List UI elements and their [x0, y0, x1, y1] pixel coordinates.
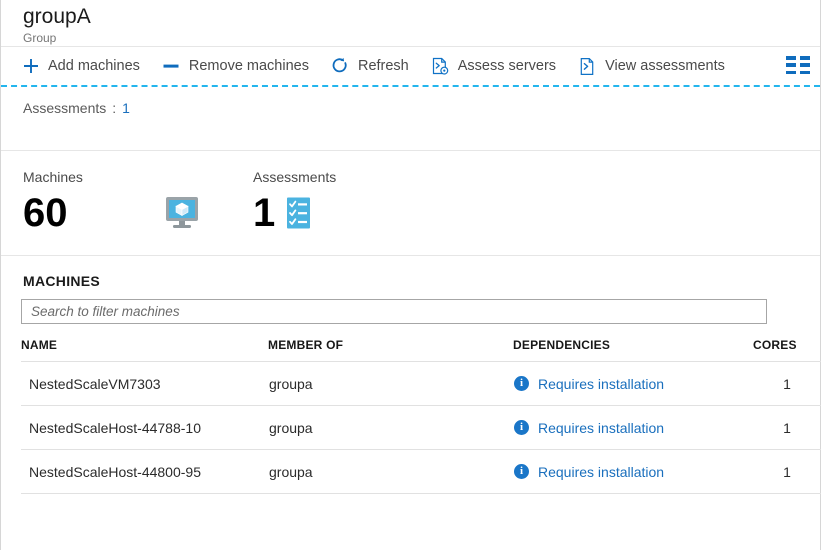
- machine-member-of: groupa: [268, 449, 513, 494]
- info-icon: i: [514, 376, 529, 391]
- machine-name: NestedScaleHost-44800-95: [21, 449, 268, 494]
- column-header-name: NAME: [21, 338, 268, 362]
- assessments-filter-label: Assessments: [23, 100, 107, 116]
- info-icon: i: [514, 420, 529, 435]
- refresh-label: Refresh: [357, 58, 409, 74]
- assess-servers-button[interactable]: Assess servers: [431, 51, 556, 81]
- table-row[interactable]: NestedScaleHost-44800-95 groupa i Requir…: [21, 449, 821, 494]
- column-header-dependencies: DEPENDENCIES: [513, 338, 753, 362]
- machine-member-of: groupa: [268, 361, 513, 406]
- assessments-filter-separator: :: [112, 100, 117, 116]
- column-header-cores: CORES: [753, 338, 821, 362]
- assess-servers-label: Assess servers: [457, 58, 557, 74]
- table-row[interactable]: NestedScaleHost-44788-10 groupa i Requir…: [21, 405, 821, 450]
- machines-stat-value: 60: [23, 191, 68, 235]
- machines-stat: Machines 60: [23, 169, 253, 255]
- assessments-stat-value: 1: [253, 191, 276, 235]
- view-assessments-label: View assessments: [605, 58, 725, 74]
- dependencies-link[interactable]: Requires installation: [538, 420, 664, 436]
- machines-search-wrapper: [1, 289, 820, 324]
- grid-view-icon[interactable]: [786, 56, 810, 74]
- remove-machines-label: Remove machines: [188, 58, 309, 74]
- dependencies-link[interactable]: Requires installation: [538, 376, 664, 392]
- assessments-filter-value[interactable]: 1: [122, 100, 130, 116]
- refresh-button[interactable]: Refresh: [331, 51, 409, 81]
- machine-cores: 1: [753, 405, 821, 450]
- command-bar: Add machines Remove machines Refresh Ass…: [1, 47, 820, 87]
- assessments-filter-row: Assessments : 1: [1, 85, 820, 151]
- dependencies-link[interactable]: Requires installation: [538, 464, 664, 480]
- table-row[interactable]: NestedScaleVM7303 groupa i Requires inst…: [21, 361, 821, 406]
- machines-table: NAME MEMBER OF DEPENDENCIES CORES Nested…: [21, 338, 821, 494]
- add-machines-label: Add machines: [48, 58, 140, 74]
- machines-section-title: MACHINES: [23, 273, 101, 289]
- machine-name: NestedScaleVM7303: [21, 361, 268, 406]
- info-icon: i: [514, 464, 529, 479]
- group-details-page: groupA Group Add machines Remove machine…: [0, 0, 821, 550]
- column-header-member-of: MEMBER OF: [268, 338, 513, 362]
- assessments-stat-label: Assessments: [253, 169, 337, 185]
- view-assessments-button[interactable]: View assessments: [578, 51, 725, 81]
- machine-monitor-icon: [163, 195, 201, 231]
- summary-stats: Machines 60 Assessments 1: [1, 151, 820, 256]
- page-header: groupA Group: [1, 0, 820, 47]
- minus-icon: [162, 57, 181, 76]
- search-input[interactable]: [21, 299, 767, 324]
- assessments-stat: Assessments 1: [253, 169, 336, 255]
- refresh-icon: [331, 57, 350, 76]
- add-machines-button[interactable]: Add machines: [21, 51, 140, 81]
- view-assessments-icon: [578, 57, 597, 76]
- machine-member-of: groupa: [268, 405, 513, 450]
- machines-stat-label: Machines: [23, 169, 83, 185]
- page-title: groupA: [23, 5, 91, 28]
- machine-cores: 1: [753, 449, 821, 494]
- plus-icon: [21, 57, 40, 76]
- command-bar-divider: [1, 85, 820, 87]
- remove-machines-button[interactable]: Remove machines: [162, 51, 309, 81]
- machine-cores: 1: [753, 361, 821, 406]
- assess-servers-icon: [431, 57, 450, 76]
- table-header-row: NAME MEMBER OF DEPENDENCIES CORES: [21, 338, 821, 362]
- machine-name: NestedScaleHost-44788-10: [21, 405, 268, 450]
- assessment-checklist-icon: [285, 196, 313, 230]
- page-subtitle: Group: [23, 31, 57, 45]
